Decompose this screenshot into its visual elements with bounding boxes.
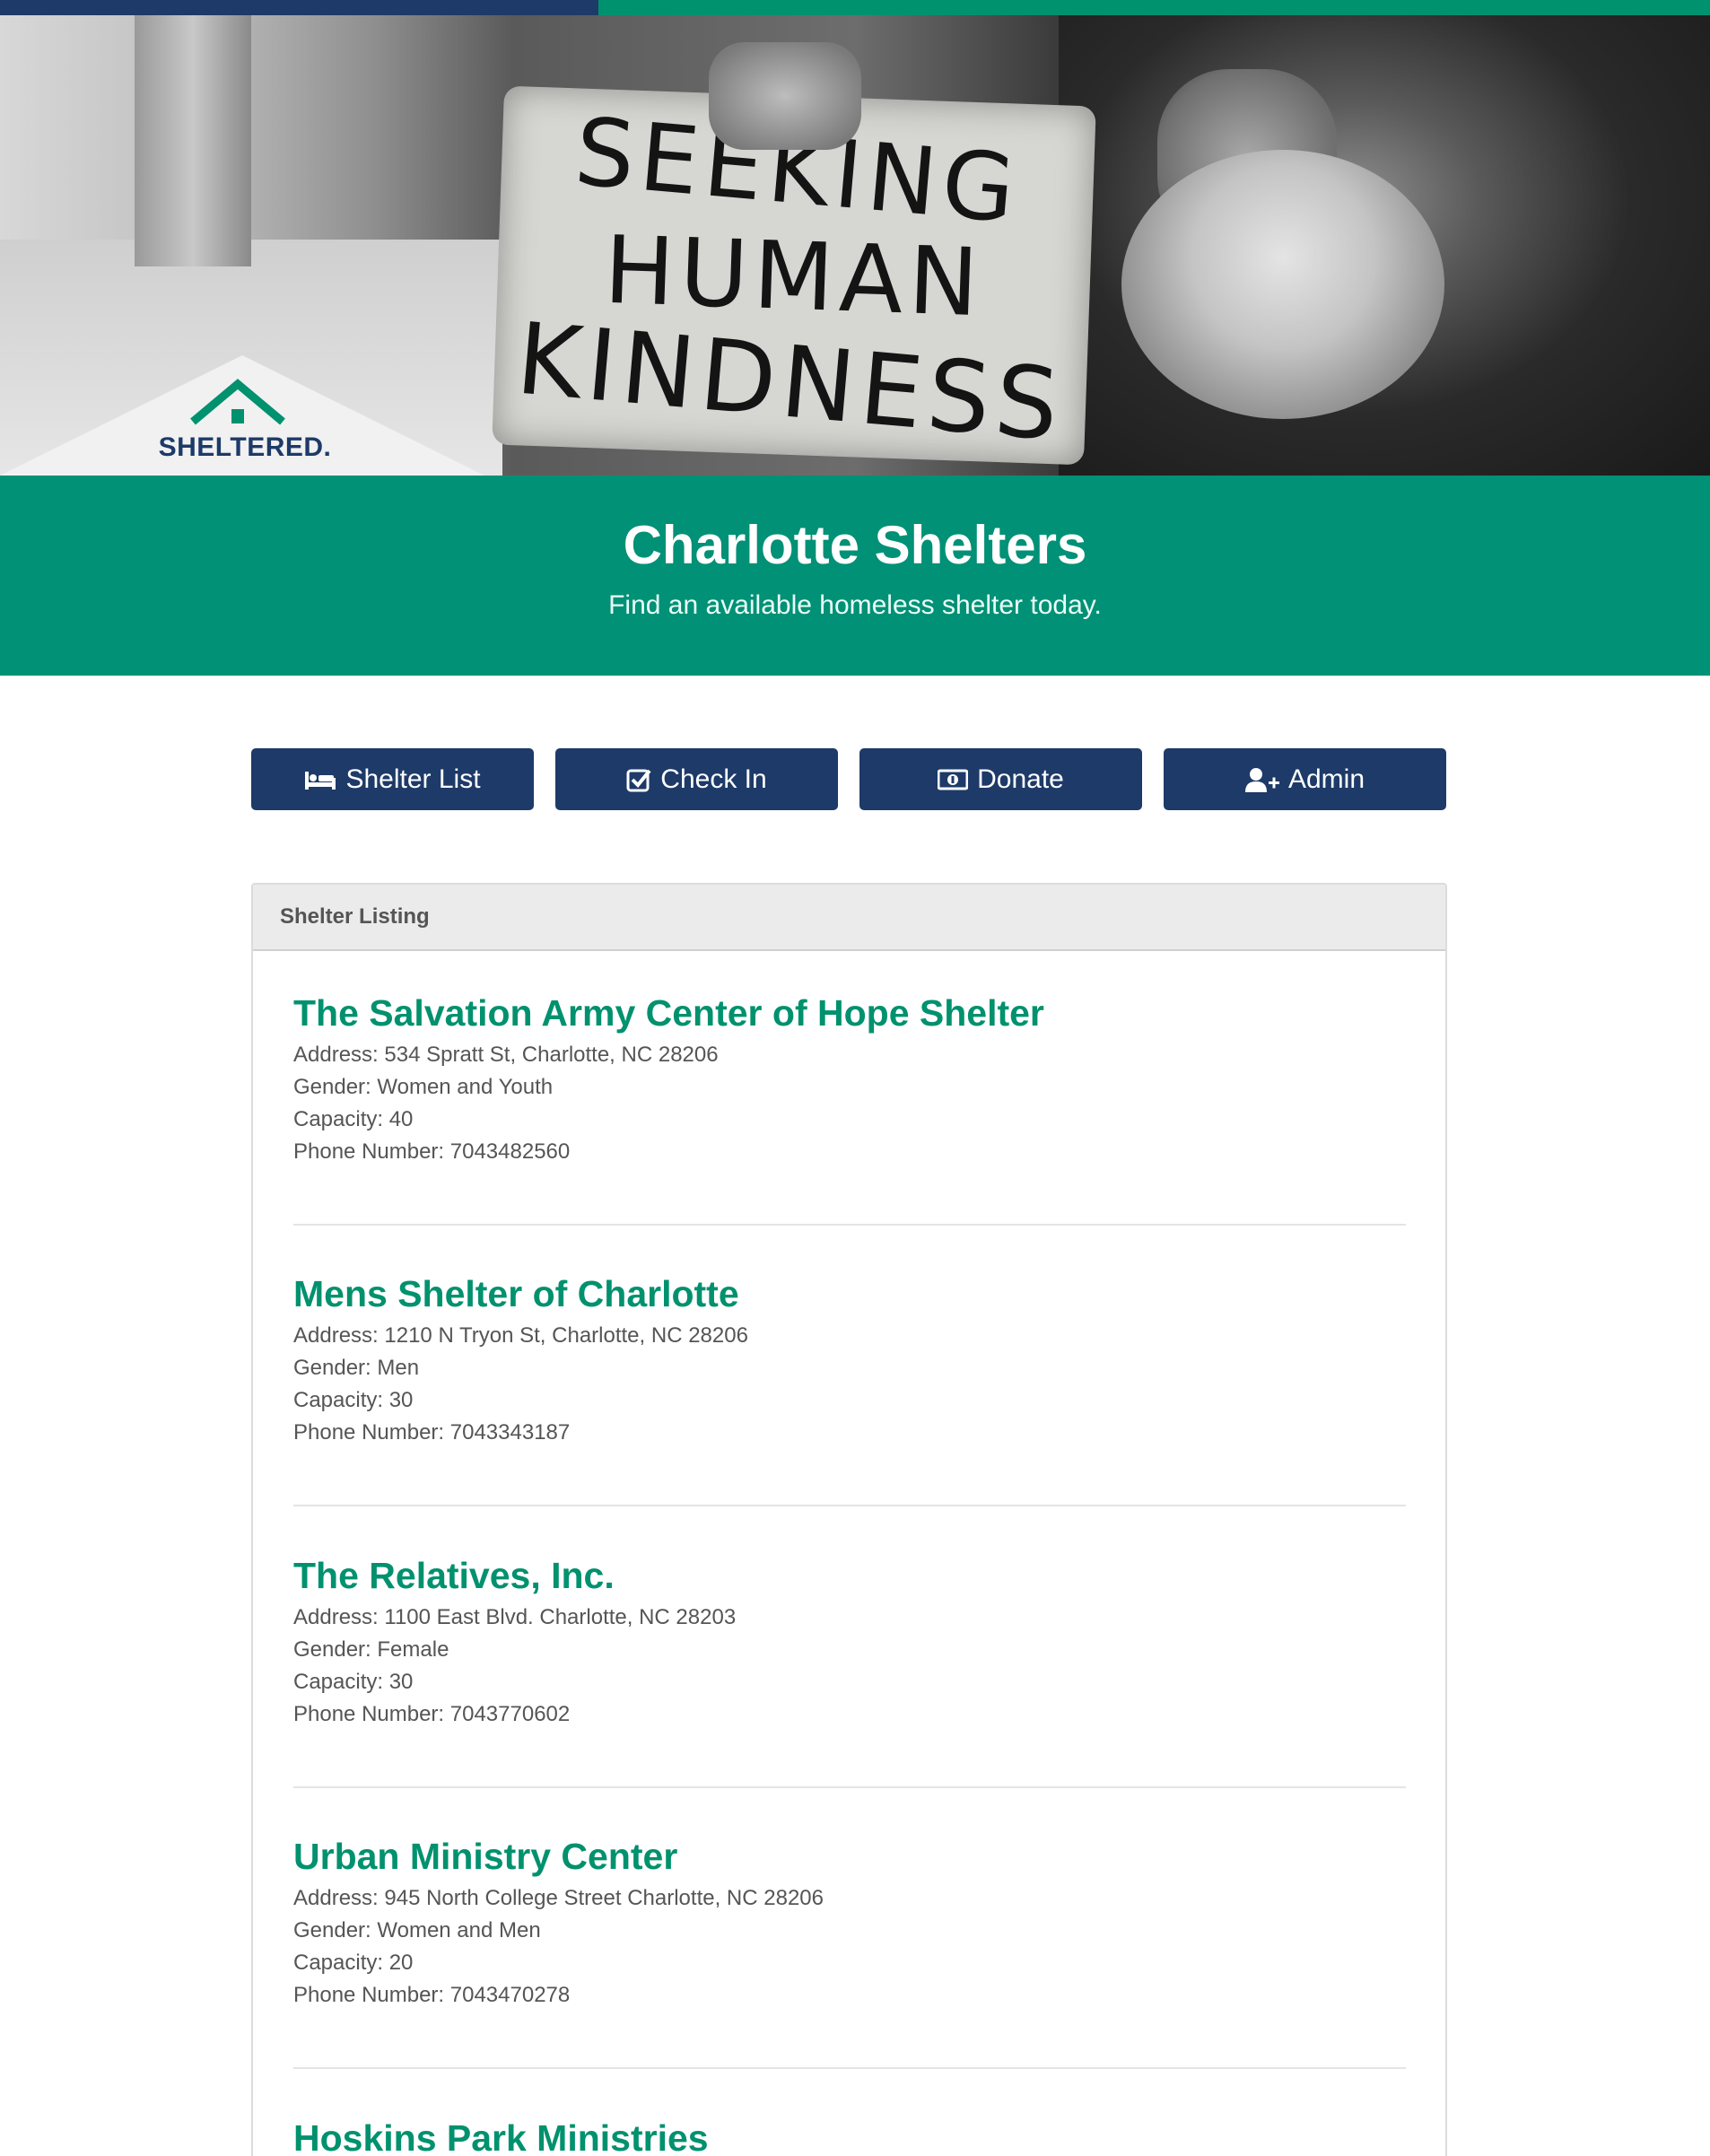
admin-button[interactable]: Admin [1164, 748, 1446, 810]
shelter-address: Address: 1210 N Tryon St, Charlotte, NC … [293, 1323, 748, 1348]
shelter-item: The Relatives, Inc. Address: 1100 East B… [293, 1553, 1406, 1731]
divider [293, 1786, 1406, 1788]
divider [293, 2067, 1406, 2069]
house-logo-icon [190, 379, 285, 425]
shelter-address: Address: 945 North College Street Charlo… [293, 1886, 824, 1910]
page-subtitle: Find an available homeless shelter today… [608, 590, 1102, 620]
shelter-list-button[interactable]: Shelter List [251, 748, 534, 810]
page-title: Charlotte Shelters [623, 515, 1087, 575]
shelter-capacity: Capacity: 20 [293, 1951, 414, 1975]
title-banner: Charlotte Shelters Find an available hom… [0, 476, 1710, 676]
shelter-name[interactable]: Mens Shelter of Charlotte [293, 1271, 1406, 1316]
panel-header: Shelter Listing [253, 885, 1445, 951]
check-in-label: Check In [660, 764, 767, 794]
divider [293, 1505, 1406, 1506]
logo-wordmark[interactable]: SHELTERED. [151, 432, 339, 463]
panel-heading: Shelter Listing [280, 904, 430, 929]
shelter-gender: Gender: Men [293, 1356, 420, 1380]
shelter-gender: Gender: Women and Men [293, 1918, 541, 1942]
shelter-item: Hoskins Park Ministries [293, 2116, 1406, 2156]
check-in-button[interactable]: Check In [555, 748, 838, 810]
money-bill-icon [938, 769, 969, 790]
top-bar-navy-segment [0, 0, 598, 15]
top-color-bar [0, 0, 1710, 15]
bed-icon [305, 771, 336, 790]
shelter-capacity: Capacity: 30 [293, 1670, 414, 1694]
shelter-listing-panel: Shelter Listing The Salvation Army Cente… [251, 883, 1447, 2156]
divider [293, 1224, 1406, 1226]
shelter-phone: Phone Number: 7043343187 [293, 1420, 571, 1445]
shelter-list-label: Shelter List [345, 764, 481, 794]
shelter-phone: Phone Number: 7043482560 [293, 1139, 571, 1164]
top-bar-green-segment [598, 0, 1710, 15]
shelter-name[interactable]: The Relatives, Inc. [293, 1553, 1406, 1598]
hero-pillar [135, 15, 251, 266]
hero-beard [1121, 150, 1444, 419]
shelter-address: Address: 1100 East Blvd. Charlotte, NC 2… [293, 1605, 737, 1629]
user-plus-icon [1244, 767, 1279, 792]
shelter-address: Address: 534 Spratt St, Charlotte, NC 28… [293, 1043, 719, 1067]
shelter-phone: Phone Number: 7043770602 [293, 1702, 571, 1726]
hero-hand [709, 42, 861, 150]
shelter-item: Mens Shelter of Charlotte Address: 1210 … [293, 1271, 1406, 1449]
donate-label: Donate [977, 764, 1064, 794]
shelter-name[interactable]: The Salvation Army Center of Hope Shelte… [293, 991, 1406, 1035]
shelter-gender: Gender: Women and Youth [293, 1075, 554, 1099]
shelter-item: The Salvation Army Center of Hope Shelte… [293, 991, 1406, 1168]
donate-button[interactable]: Donate [859, 748, 1142, 810]
shelter-capacity: Capacity: 30 [293, 1388, 414, 1412]
admin-label: Admin [1287, 764, 1365, 794]
shelter-item: Urban Ministry Center Address: 945 North… [293, 1834, 1406, 2012]
shelter-name[interactable]: Hoskins Park Ministries [293, 2116, 1406, 2156]
shelter-capacity: Capacity: 40 [293, 1107, 414, 1131]
shelter-phone: Phone Number: 7043470278 [293, 1983, 571, 2007]
check-square-icon [626, 769, 651, 791]
shelter-gender: Gender: Female [293, 1637, 449, 1662]
shelter-name[interactable]: Urban Ministry Center [293, 1834, 1406, 1879]
